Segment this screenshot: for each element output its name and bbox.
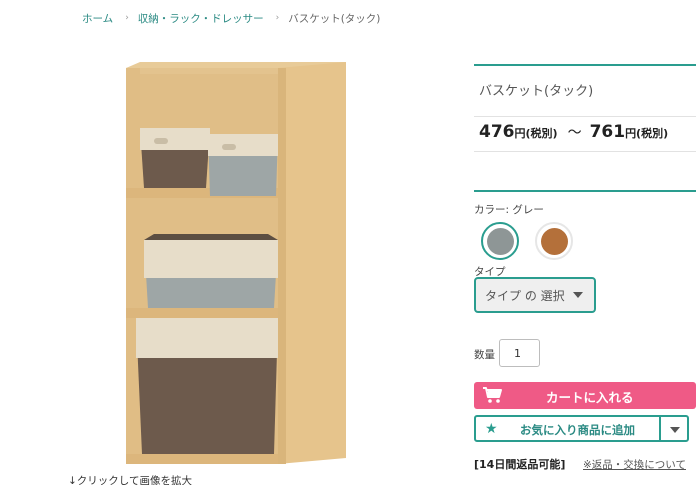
breadcrumb-current: バスケット(タック) [288,12,381,25]
chevron-down-icon [573,292,583,298]
price-suffix: 円(税別) [514,127,558,140]
return-exchange-link[interactable]: ※返品・交換について [583,457,686,472]
cart-icon [483,387,502,403]
star-icon: ★ [485,421,498,437]
divider [474,116,696,117]
breadcrumb-separator-icon: › [275,13,280,23]
type-select[interactable]: タイプ の 選択 [474,277,596,313]
divider [474,151,696,152]
enlarge-image-link[interactable]: ↓クリックして画像を拡大 [68,473,192,485]
price-separator: ～ [567,125,582,141]
breadcrumb: ホーム › 収納・ラック・ドレッサー › バスケット(タック) [82,10,380,26]
product-name: バスケット(タック) [479,84,594,99]
type-select-value: タイプ の 選択 [485,288,565,303]
price-min: 476 [479,122,515,142]
price-suffix: 円(税別) [625,127,669,140]
color-label: カラー: グレー [474,204,544,216]
quantity-label: 数量 [474,349,495,361]
product-image[interactable] [118,56,358,468]
favorites-dropdown-button[interactable] [660,415,689,442]
add-to-favorites-label: お気に入り商品に追加 [520,423,635,437]
add-to-cart-button[interactable]: カートに入れる [474,382,696,409]
add-to-cart-label: カートに入れる [546,390,634,405]
add-to-favorites-button[interactable]: ★ お気に入り商品に追加 [474,415,661,442]
color-swatch-brown[interactable] [535,222,573,260]
price-max: 761 [589,122,626,142]
breadcrumb-separator-icon: › [125,13,129,23]
shelf-with-baskets-image[interactable] [118,56,358,468]
breadcrumb-category-link[interactable]: 収納・ラック・ドレッサー [138,11,264,26]
return-policy: [14日間返品可能] [474,458,566,471]
color-swatch-grey-fill [486,227,514,255]
breadcrumb-home-link[interactable]: ホーム [82,11,113,26]
color-swatch-brown-fill [540,227,568,255]
product-info-box: バスケット(タック) 476円(税別) ～ 761円(税別) [474,64,696,192]
chevron-down-icon [670,427,680,433]
color-swatch-grey[interactable] [481,222,519,260]
price-range: 476円(税別) ～ 761円(税別) [479,122,668,142]
quantity-input[interactable] [499,339,540,367]
